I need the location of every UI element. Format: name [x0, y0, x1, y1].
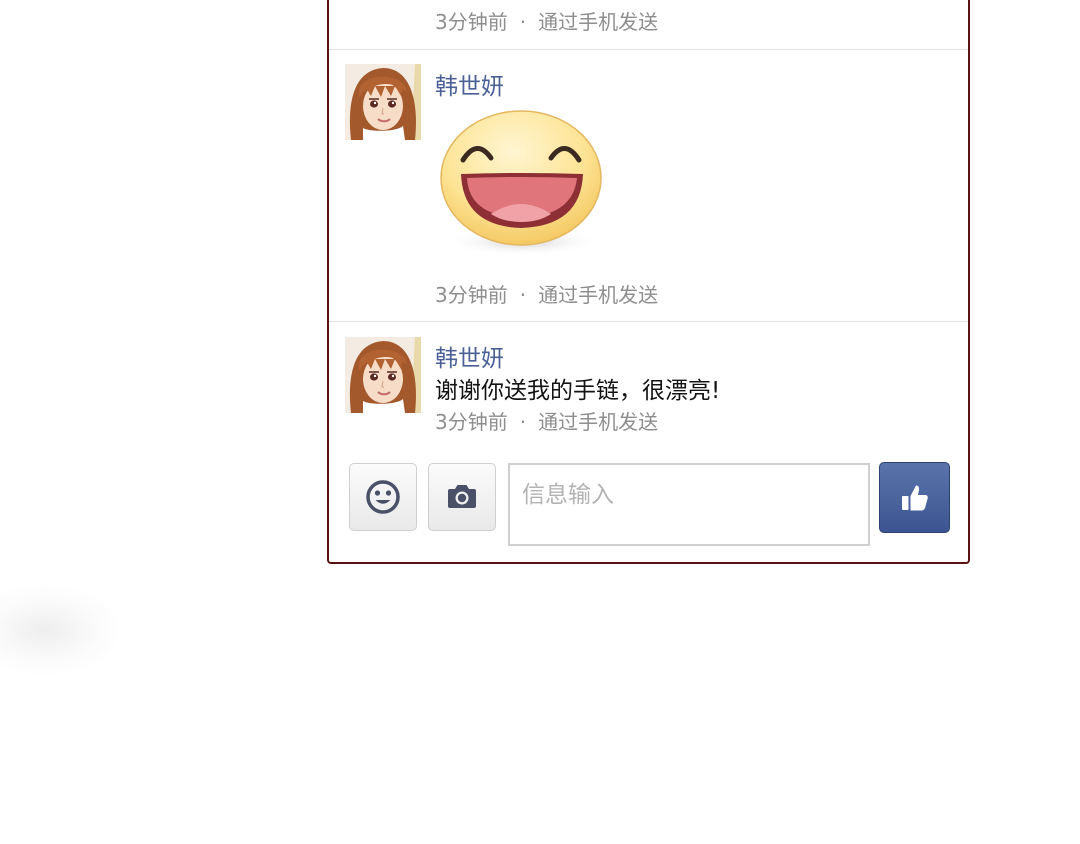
camera-button[interactable]: [428, 463, 496, 531]
message-time: 3分钟前: [435, 283, 508, 307]
message-source: 通过手机发送: [538, 10, 659, 34]
like-send-button[interactable]: [879, 462, 950, 533]
message-meta: 3分钟前 · 通过手机发送: [435, 406, 658, 435]
message-meta: 3分钟前 · 通过手机发送: [435, 6, 658, 35]
avatar-portrait-icon: [345, 64, 421, 140]
message-source: 通过手机发送: [538, 283, 659, 307]
background-smudge: [0, 585, 120, 675]
avatar-portrait-icon: [345, 337, 421, 413]
message-divider: [329, 49, 968, 50]
meta-separator: ·: [519, 410, 527, 434]
message-input[interactable]: [508, 463, 870, 546]
avatar[interactable]: [345, 64, 421, 140]
message-meta: 3分钟前 · 通过手机发送: [435, 279, 658, 308]
chat-panel: 3分钟前 · 通过手机发送 韩世妍 3分钟前 · 通过手机发送 韩世妍 谢谢你送…: [327, 0, 970, 564]
avatar[interactable]: [345, 337, 421, 413]
smiley-icon: [366, 480, 400, 514]
laughing-face-sticker[interactable]: [439, 108, 609, 258]
message-text: 谢谢你送我的手链，很漂亮!: [435, 378, 721, 404]
message-time: 3分钟前: [435, 10, 508, 34]
meta-separator: ·: [519, 10, 527, 34]
emoji-button[interactable]: [349, 463, 417, 531]
meta-separator: ·: [519, 283, 527, 307]
camera-icon: [448, 485, 476, 508]
sender-name[interactable]: 韩世妍: [435, 339, 504, 373]
sender-name[interactable]: 韩世妍: [435, 67, 504, 101]
message-time: 3分钟前: [435, 410, 508, 434]
thumbs-up-icon: [901, 485, 928, 510]
message-source: 通过手机发送: [538, 410, 659, 434]
message-divider: [329, 321, 968, 322]
